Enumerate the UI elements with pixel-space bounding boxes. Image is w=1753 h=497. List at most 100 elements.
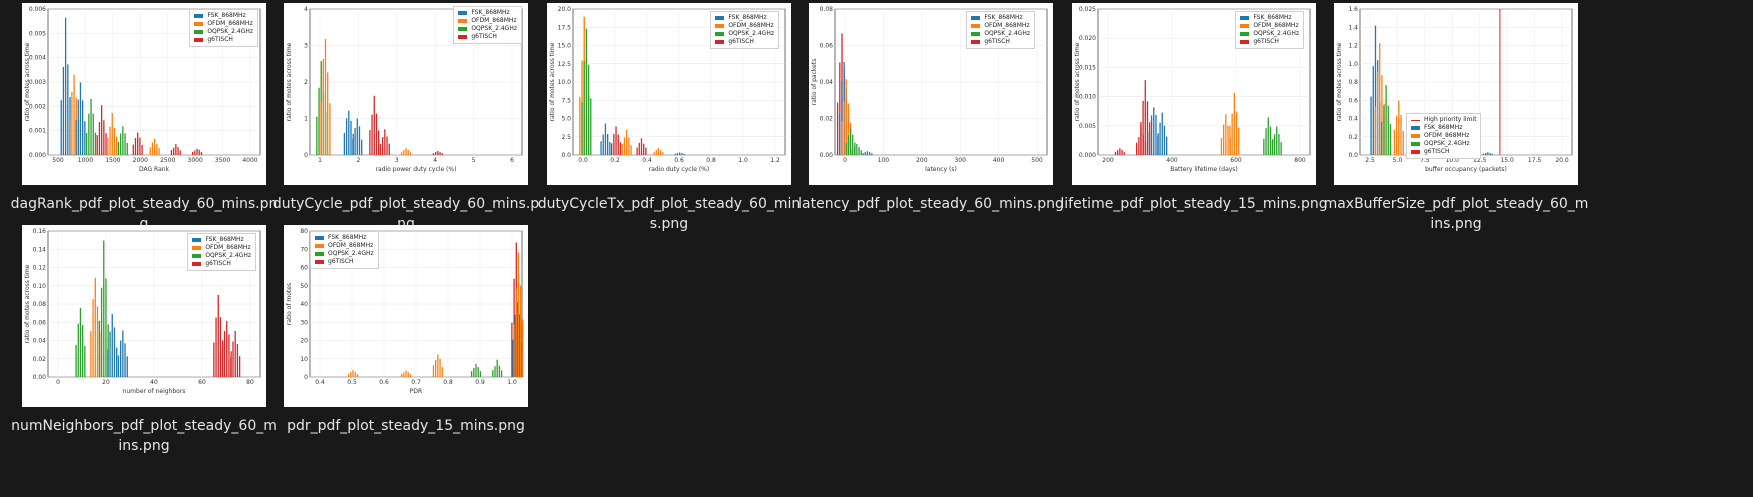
y-tick-label: 3 [304, 43, 308, 50]
histogram-bar [120, 340, 122, 377]
legend-label: g6TISCH [207, 36, 233, 43]
histogram-bar [107, 137, 109, 155]
histogram-bar [621, 143, 623, 155]
histogram-bar [405, 148, 407, 155]
histogram-bar [470, 371, 473, 377]
file-tile[interactable]: 0.000 0.001 0.002 0.003 0.004 0.005 0.006 500 10… [0, 0, 288, 240]
x-axis-label: radio duty cycle (%) [649, 166, 709, 173]
file-thumbnail[interactable]: 0.00 0.02 0.04 0.06 0.08 0.10 0.12 0.14 0.16 0 20 4… [0, 222, 288, 412]
histogram-bar [221, 349, 223, 377]
histogram-bar [437, 150, 439, 155]
histogram-bar [845, 143, 847, 155]
file-name[interactable]: lifetime_pdf_plot_steady_15_mins.png [1060, 194, 1328, 214]
histogram-bar [322, 58, 324, 155]
y-tick-label: 0.04 [820, 79, 834, 86]
legend-label: FSK_868MHz [1253, 14, 1292, 21]
histogram-bar [435, 152, 437, 155]
histogram-bar [356, 374, 359, 377]
histogram-bar [836, 102, 839, 155]
histogram-bar [655, 149, 657, 155]
file-thumbnail[interactable]: 0 10 20 30 40 50 60 70 80 0.4 0.5 0.6 0.7 0.8 0.9 1.0 PD… [262, 222, 550, 412]
legend-label: g6TISCH [328, 258, 354, 265]
x-tick-label: 3 [395, 157, 399, 164]
file-tile[interactable]: 0.0 0.2 0.4 0.6 0.8 1.0 1.2 1.4 1.6 2.5 5.0 7.5 10.0… [1312, 0, 1600, 240]
file-tile[interactable]: 0 1 2 3 4 1 2 3 4 5 6 radio power duty cycle (%) rat… [262, 0, 550, 240]
y-tick-label: 0.02 [820, 116, 834, 123]
legend-label: OFDM_868MHz [471, 17, 517, 24]
histogram-bar [124, 343, 126, 377]
histogram-bar [866, 151, 869, 155]
file-tile[interactable]: 0.00 0.02 0.04 0.06 0.08 0.10 0.12 0.14 0.16 0 20 4… [0, 222, 288, 462]
y-tick-label: 20 [300, 338, 308, 345]
histogram-bar [492, 370, 494, 377]
file-name[interactable]: dutyCycleTx_pdf_plot_steady_60_mins.png [535, 194, 803, 234]
histogram-bar [1385, 85, 1387, 155]
histogram-bar [345, 118, 348, 155]
file-tile[interactable]: 0.00 0.02 0.04 0.06 0.08 0 100 200 300 400 500 late… [787, 0, 1075, 240]
histogram-bar [1267, 117, 1269, 155]
histogram-bar [356, 118, 358, 155]
histogram-bar [579, 96, 581, 155]
histogram-bar [498, 365, 501, 377]
x-tick-label: 1.0 [738, 157, 748, 164]
histogram-bar [1138, 137, 1140, 155]
file-name[interactable]: latency_pdf_plot_steady_60_mins.png [797, 194, 1065, 214]
file-tile[interactable]: 0 10 20 30 40 50 60 70 80 0.4 0.5 0.6 0.7 0.8 0.9 1.0 PD… [262, 222, 550, 462]
y-tick-label: 0.4 [1348, 116, 1358, 123]
legend-label: g6TISCH [984, 38, 1010, 45]
histogram-bar [1153, 107, 1155, 155]
x-tick-label: 80 [246, 379, 254, 386]
x-tick-label: 0.8 [443, 379, 453, 386]
histogram-bar [1491, 153, 1493, 155]
y-tick-label: 0.020 [1079, 35, 1096, 42]
file-tile[interactable]: 0.0 2.5 5.0 7.5 10.0 12.5 15.0 17.5 20.0 0.0 0.2 0.… [525, 0, 813, 240]
histogram-bar [111, 313, 113, 377]
histogram-bar [1269, 126, 1272, 155]
legend-label: g6TISCH [1424, 148, 1450, 155]
legend-label: g6TISCH [471, 33, 497, 40]
histogram-bar [170, 149, 173, 155]
histogram-bar [77, 99, 79, 155]
histogram-bar [619, 142, 622, 155]
histogram-bar [409, 152, 412, 155]
histogram-bar [1144, 142, 1147, 155]
file-thumbnail[interactable]: 0.0 0.2 0.4 0.6 0.8 1.0 1.2 1.4 1.6 2.5 5.0 7.5 10.0… [1312, 0, 1600, 190]
histogram-bar [1166, 136, 1168, 155]
file-thumbnail[interactable]: 0.00 0.02 0.04 0.06 0.08 0 100 200 300 400 500 late… [787, 0, 1075, 190]
histogram-bar [407, 372, 409, 377]
histogram-bar [475, 363, 477, 377]
file-thumbnail[interactable]: 0.0 2.5 5.0 7.5 10.0 12.5 15.0 17.5 20.0 0.0 0.2 0.… [525, 0, 813, 190]
histogram-bar [139, 137, 141, 155]
y-axis-label: ratio of motes across time [286, 42, 293, 121]
file-name[interactable]: numNeighbors_pdf_plot_steady_60_mins.png [10, 416, 278, 456]
y-tick-label: 1.0 [1348, 61, 1358, 68]
y-axis-label: ratio of motes across time [1074, 42, 1081, 121]
histogram-bar [841, 121, 843, 155]
histogram-bar [109, 331, 111, 377]
file-tile[interactable]: 0.000 0.005 0.010 0.015 0.020 0.025 200 400 600 8… [1050, 0, 1338, 240]
file-name[interactable]: pdr_pdf_plot_steady_15_mins.png [272, 416, 540, 436]
file-thumbnail[interactable]: 0.000 0.005 0.010 0.015 0.020 0.025 200 400 600 8… [1050, 0, 1338, 190]
histogram-bar [215, 317, 217, 377]
file-thumbnail[interactable]: 0.000 0.001 0.002 0.003 0.004 0.005 0.006 500 10… [0, 0, 288, 190]
y-tick-label: 15.0 [558, 43, 572, 50]
chart-thumbnail: 0 1 2 3 4 1 2 3 4 5 6 radio power duty cycle (%) rat… [284, 3, 528, 185]
file-name[interactable]: maxBufferSize_pdf_plot_steady_60_mins.pn… [1322, 194, 1590, 234]
y-tick-label: 80 [300, 228, 308, 235]
x-tick-label: 0.4 [642, 157, 652, 164]
y-tick-label: 0.6 [1348, 97, 1358, 104]
x-tick-label: 400 [993, 157, 1005, 164]
x-tick-label: 0.6 [674, 157, 684, 164]
y-tick-label: 30 [300, 319, 308, 326]
histogram-bar [361, 139, 363, 155]
legend-label: FSK_868MHz [328, 234, 367, 241]
histogram-bar [318, 87, 320, 155]
file-thumbnail[interactable]: 0 1 2 3 4 1 2 3 4 5 6 radio power duty cycle (%) rat… [262, 0, 550, 190]
histogram-bar [847, 135, 849, 155]
legend-label: OFDM_868MHz [984, 22, 1030, 29]
histogram-bar [435, 359, 437, 377]
histogram-bar [79, 82, 82, 155]
histogram-bar [1398, 100, 1400, 155]
histogram-bar [82, 100, 84, 155]
y-axis-label: ratio of motes across time [24, 264, 31, 343]
